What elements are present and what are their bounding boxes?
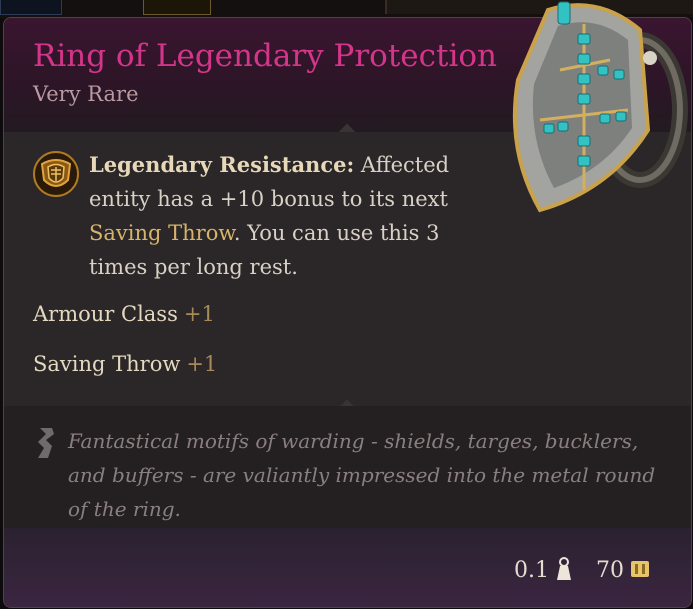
flavor-section: Fantastical motifs of warding - shields,… <box>4 406 691 528</box>
stat-saving-throw: Saving Throw +1 <box>33 352 217 376</box>
ability-name: Legendary Resistance: <box>89 152 355 177</box>
ring-item-image <box>512 1 688 213</box>
stat-bonus: +1 <box>186 352 218 376</box>
stat-bonus: +1 <box>183 302 215 326</box>
stat-label: Saving Throw <box>33 352 181 376</box>
item-rarity: Very Rare <box>33 82 139 106</box>
gold-coin-icon <box>631 561 649 577</box>
saving-throw-link[interactable]: Saving Throw <box>89 221 234 245</box>
stat-armour-class: Armour Class +1 <box>33 302 215 326</box>
quill-icon <box>38 428 54 458</box>
inventory-slot[interactable] <box>143 0 211 15</box>
inventory-slot[interactable] <box>0 0 62 15</box>
stat-label: Armour Class <box>33 302 178 326</box>
flavor-text: Fantastical motifs of warding - shields,… <box>68 429 656 521</box>
tooltip-footer: 0.1 70 <box>4 528 691 607</box>
legendary-resistance-shield-icon <box>33 151 79 197</box>
gold-value: 70 <box>596 558 624 583</box>
weight-value: 0.1 <box>514 558 549 583</box>
ability-description: Legendary Resistance: Affected entity ha… <box>89 148 499 284</box>
weight-icon <box>557 557 571 580</box>
item-name: Ring of Legendary Protection <box>33 38 498 74</box>
